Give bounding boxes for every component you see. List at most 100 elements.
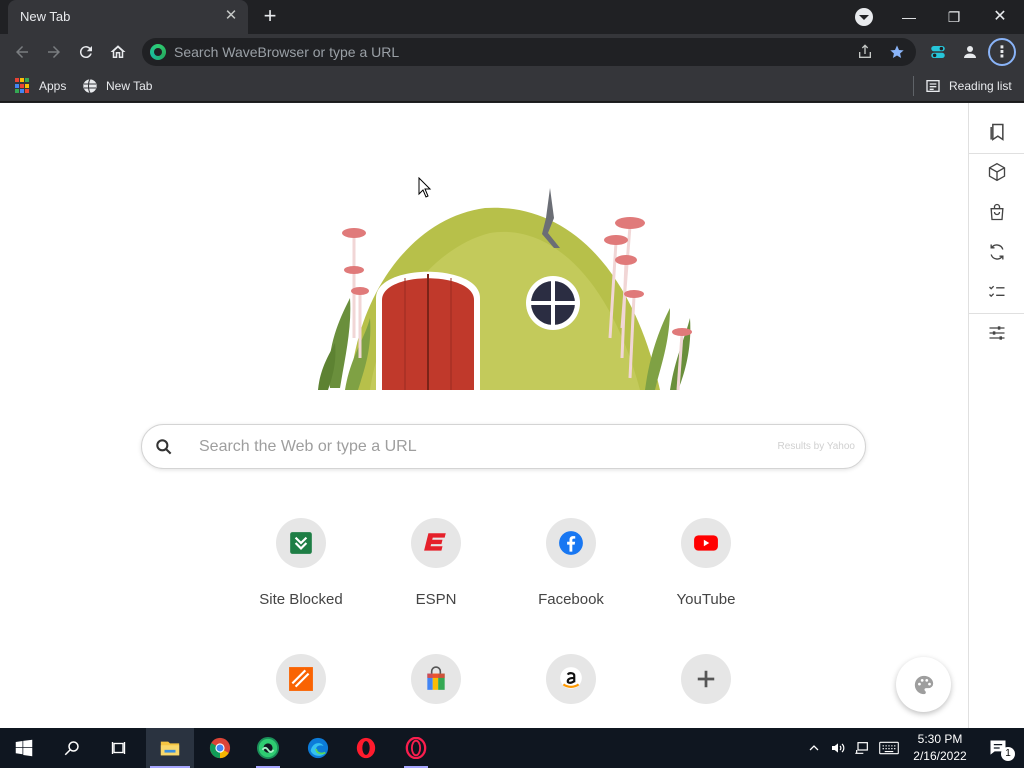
shortcut-icon-circle xyxy=(546,654,596,704)
add-shortcut-button[interactable] xyxy=(651,654,761,728)
edge-icon xyxy=(307,737,329,759)
action-center-button[interactable]: 1 xyxy=(978,728,1018,768)
side-panel-divider xyxy=(969,313,1024,314)
shortcut-shopping[interactable] xyxy=(381,654,491,728)
show-hidden-icons-button[interactable] xyxy=(805,728,823,768)
shortcut-icon-circle xyxy=(546,518,596,568)
bookmark-apps[interactable]: Apps xyxy=(15,76,66,96)
shortcut-amazon[interactable] xyxy=(516,654,626,728)
search-icon xyxy=(64,741,79,756)
shortcut-icon-circle xyxy=(276,518,326,568)
profile-icon[interactable] xyxy=(958,40,982,64)
new-tab-button[interactable]: + xyxy=(258,5,282,29)
home-button[interactable] xyxy=(106,40,130,64)
toolbar: Search WaveBrowser or type a URL ⋮ xyxy=(0,34,1024,70)
side-shopping-button[interactable] xyxy=(985,200,1009,224)
chevron-up-icon xyxy=(809,745,819,751)
extensions-toggle-icon[interactable] xyxy=(926,40,950,64)
task-view-icon xyxy=(111,742,126,754)
shortcut-label: YouTube xyxy=(676,591,736,608)
minimize-button[interactable]: — xyxy=(889,4,929,30)
shopping-bag-icon xyxy=(427,666,445,690)
address-bar-placeholder: Search WaveBrowser or type a URL xyxy=(174,44,400,60)
network-button[interactable] xyxy=(852,728,872,768)
shortcut-icon-circle xyxy=(411,518,461,568)
shortcut-site-blocked[interactable]: Site Blocked xyxy=(246,518,356,618)
windows-taskbar: 5:30 PM 2/16/2022 1 xyxy=(0,728,1024,768)
close-window-button[interactable]: ✕ xyxy=(980,4,1020,30)
youtube-icon xyxy=(694,535,718,551)
shortcut-home-depot[interactable] xyxy=(246,654,356,728)
shortcut-label: ESPN xyxy=(415,591,457,608)
refresh-icon xyxy=(990,244,1004,260)
tab-strip: New Tab ✕ + — ❐ ✕ xyxy=(0,0,1024,34)
palette-icon xyxy=(914,675,933,694)
maximize-button[interactable]: ❐ xyxy=(934,4,974,30)
reading-list-button[interactable]: Reading list xyxy=(925,76,1012,96)
arrow-right-icon xyxy=(48,46,60,58)
web-search-input[interactable]: Search the Web or type a URL Results by … xyxy=(141,424,866,469)
site-blocked-icon xyxy=(290,532,312,554)
keyboard-icon xyxy=(879,741,899,755)
hobbit-house-illustration xyxy=(318,188,692,391)
forward-button[interactable] xyxy=(42,40,66,64)
wavebrowser-logo-icon xyxy=(150,44,166,60)
apps-grid-icon xyxy=(15,78,31,94)
shortcut-icon-circle xyxy=(681,518,731,568)
taskbar-opera-gx[interactable] xyxy=(392,728,440,768)
shortcut-facebook[interactable]: Facebook xyxy=(516,518,626,618)
reload-button[interactable] xyxy=(74,40,98,64)
shortcut-label: Facebook xyxy=(538,591,604,608)
taskbar-file-explorer[interactable] xyxy=(146,728,194,768)
shortcut-youtube[interactable]: YouTube xyxy=(651,518,761,618)
chrome-icon xyxy=(209,737,231,759)
shortcut-espn[interactable]: ESPN xyxy=(381,518,491,618)
start-button[interactable] xyxy=(0,728,48,768)
keyboard-button[interactable] xyxy=(876,728,902,768)
taskbar-search-button[interactable] xyxy=(48,728,96,768)
web-search-placeholder: Search the Web or type a URL xyxy=(199,438,417,455)
bookmark-new-tab-label: New Tab xyxy=(106,79,153,93)
volume-button[interactable] xyxy=(828,728,848,768)
globe-icon xyxy=(83,79,97,93)
start-icon xyxy=(15,739,33,757)
speaker-icon xyxy=(832,743,845,753)
side-settings-button[interactable] xyxy=(985,321,1009,345)
share-icon[interactable] xyxy=(856,43,874,61)
side-3d-button[interactable] xyxy=(985,160,1009,184)
taskbar-clock[interactable]: 5:30 PM 2/16/2022 xyxy=(905,731,975,765)
tab-close-icon[interactable]: ✕ xyxy=(222,7,240,25)
back-button[interactable] xyxy=(10,40,34,64)
address-bar[interactable]: Search WaveBrowser or type a URL xyxy=(142,38,916,66)
amazon-icon xyxy=(560,667,582,689)
tab-search-icon[interactable] xyxy=(855,8,873,26)
reading-list-icon xyxy=(926,80,940,92)
customize-button[interactable] xyxy=(896,657,951,712)
home-icon xyxy=(110,45,126,58)
shortcut-icon-circle xyxy=(681,654,731,704)
taskbar-chrome[interactable] xyxy=(196,728,244,768)
tab-new-tab[interactable]: New Tab ✕ xyxy=(8,0,248,34)
espn-icon xyxy=(424,533,446,551)
shortcut-label: Site Blocked xyxy=(259,591,343,608)
side-tasks-button[interactable] xyxy=(985,280,1009,304)
bookmarks-bar: Apps New Tab Reading list xyxy=(0,70,1024,102)
taskbar-opera[interactable] xyxy=(342,728,390,768)
opera-gx-icon xyxy=(405,737,427,759)
taskbar-wavebrowser[interactable] xyxy=(244,728,292,768)
file-explorer-icon xyxy=(160,741,180,756)
arrow-left-icon xyxy=(16,46,28,58)
browser-menu-button[interactable]: ⋮ xyxy=(988,38,1016,66)
add-shortcut-icon xyxy=(697,670,715,688)
notification-badge: 1 xyxy=(1001,747,1015,761)
sliders-icon xyxy=(989,326,1005,340)
side-bookmarks-button[interactable] xyxy=(985,120,1009,144)
bookmark-star-icon[interactable] xyxy=(888,43,906,61)
new-tab-page: Search the Web or type a URL Results by … xyxy=(0,103,968,728)
task-view-button[interactable] xyxy=(96,728,144,768)
wavebrowser-icon xyxy=(257,737,279,759)
taskbar-edge[interactable] xyxy=(294,728,342,768)
cube-icon xyxy=(988,162,1006,182)
bookmark-new-tab[interactable]: New Tab xyxy=(82,76,152,96)
side-sync-button[interactable] xyxy=(985,240,1009,264)
